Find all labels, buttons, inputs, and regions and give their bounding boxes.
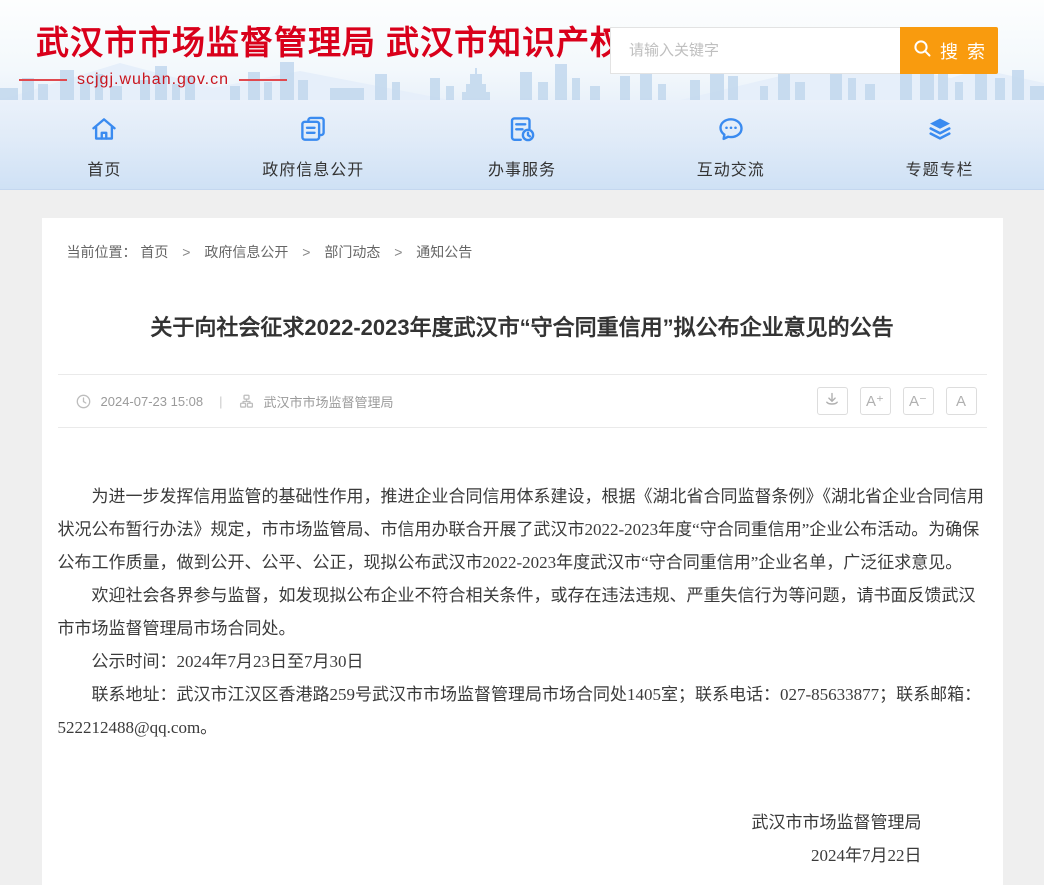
search-input[interactable] [610, 27, 900, 74]
font-larger-button[interactable]: A⁺ [860, 387, 891, 415]
article-source: 武汉市市场监督管理局 [264, 392, 394, 411]
download-icon [824, 391, 840, 411]
main-nav: 首页 政府信息公开 办事服务 [0, 100, 1044, 190]
nav-item-label: 办事服务 [488, 156, 556, 180]
chat-bubble-icon [716, 114, 746, 149]
site-domain: scjgj.wuhan.gov.cn [77, 71, 229, 89]
nav-item-gov-info[interactable]: 政府信息公开 [209, 100, 418, 189]
site-header: 武汉市市场监督管理局 武汉市知识产权局 scjgj.wuhan.gov.cn 搜… [0, 0, 1044, 100]
meta-divider: | [219, 394, 222, 409]
layers-icon [925, 114, 955, 149]
article-paragraph-publicity-period: 公示时间：2024年7月23日至7月30日 [58, 645, 987, 678]
nav-item-label: 首页 [87, 156, 121, 180]
nav-item-topics[interactable]: 专题专栏 [835, 100, 1044, 189]
documents-icon [298, 114, 328, 149]
breadcrumb-prefix: 当前位置： [67, 244, 137, 260]
site-logo[interactable]: 武汉市市场监督管理局 武汉市知识产权局 scjgj.wuhan.gov.cn [36, 16, 658, 89]
domain-dash-left [19, 79, 67, 81]
breadcrumb-separator: > [302, 244, 310, 260]
breadcrumb-separator: > [182, 244, 190, 260]
breadcrumb-item-notices[interactable]: 通知公告 [416, 244, 472, 260]
search-bar: 搜索 [610, 27, 998, 74]
signature-date: 2024年7月22日 [42, 839, 922, 872]
font-reset-button[interactable]: A [946, 387, 977, 415]
clock-icon [76, 394, 91, 409]
article-meta-left: 2024-07-23 15:08 | 武汉市市场监督管理局 [76, 392, 394, 411]
content-card: 当前位置： 首页 > 政府信息公开 > 部门动态 > 通知公告 关于向社会征求2… [42, 218, 1003, 885]
article-meta-bar: 2024-07-23 15:08 | 武汉市市场监督管理局 [58, 374, 987, 428]
breadcrumb-item-gov-info[interactable]: 政府信息公开 [204, 244, 288, 260]
article-paragraph-contact: 联系地址：武汉市江汉区香港路259号武汉市市场监督管理局市场合同处1405室；联… [58, 678, 987, 744]
breadcrumb-item-dept-news[interactable]: 部门动态 [324, 244, 380, 260]
page-background: 当前位置： 首页 > 政府信息公开 > 部门动态 > 通知公告 关于向社会征求2… [0, 190, 1044, 885]
home-icon [89, 114, 119, 149]
nav-item-label: 互动交流 [697, 156, 765, 180]
nav-item-interaction[interactable]: 互动交流 [626, 100, 835, 189]
breadcrumb: 当前位置： 首页 > 政府信息公开 > 部门动态 > 通知公告 [42, 218, 1003, 262]
site-title: 武汉市市场监督管理局 武汉市知识产权局 [36, 16, 658, 64]
download-button[interactable] [817, 387, 848, 415]
article-paragraph: 为进一步发挥信用监管的基础性作用，推进企业合同信用体系建设，根据《湖北省合同监督… [58, 480, 987, 579]
font-smaller-button[interactable]: A⁻ [903, 387, 934, 415]
article-signature: 武汉市市场监督管理局 2024年7月22日 [42, 806, 1003, 872]
nav-item-label: 专题专栏 [906, 156, 974, 180]
search-icon [913, 39, 932, 63]
article-meta-tools: A⁺ A⁻ A [817, 387, 977, 415]
breadcrumb-item-home[interactable]: 首页 [140, 244, 168, 260]
site-domain-row: scjgj.wuhan.gov.cn [48, 71, 258, 89]
signature-agency: 武汉市市场监督管理局 [42, 806, 922, 839]
nav-item-services[interactable]: 办事服务 [418, 100, 627, 189]
search-button-label: 搜索 [940, 38, 994, 64]
search-button[interactable]: 搜索 [900, 27, 998, 74]
publish-time: 2024-07-23 15:08 [101, 394, 204, 409]
nav-item-home[interactable]: 首页 [0, 100, 209, 189]
nav-item-label: 政府信息公开 [262, 156, 364, 180]
article-body: 为进一步发挥信用监管的基础性作用，推进企业合同信用体系建设，根据《湖北省合同监督… [42, 428, 1003, 744]
article-paragraph: 欢迎社会各界参与监督，如发现拟公布企业不符合相关条件，或存在违法违规、严重失信行… [58, 579, 987, 645]
domain-dash-right [239, 79, 287, 81]
breadcrumb-separator: > [394, 244, 402, 260]
service-list-icon [507, 114, 537, 149]
article-title: 关于向社会征求2022-2023年度武汉市“守合同重信用”拟公布企业意见的公告 [102, 312, 943, 344]
source-sitemap-icon [239, 394, 254, 409]
